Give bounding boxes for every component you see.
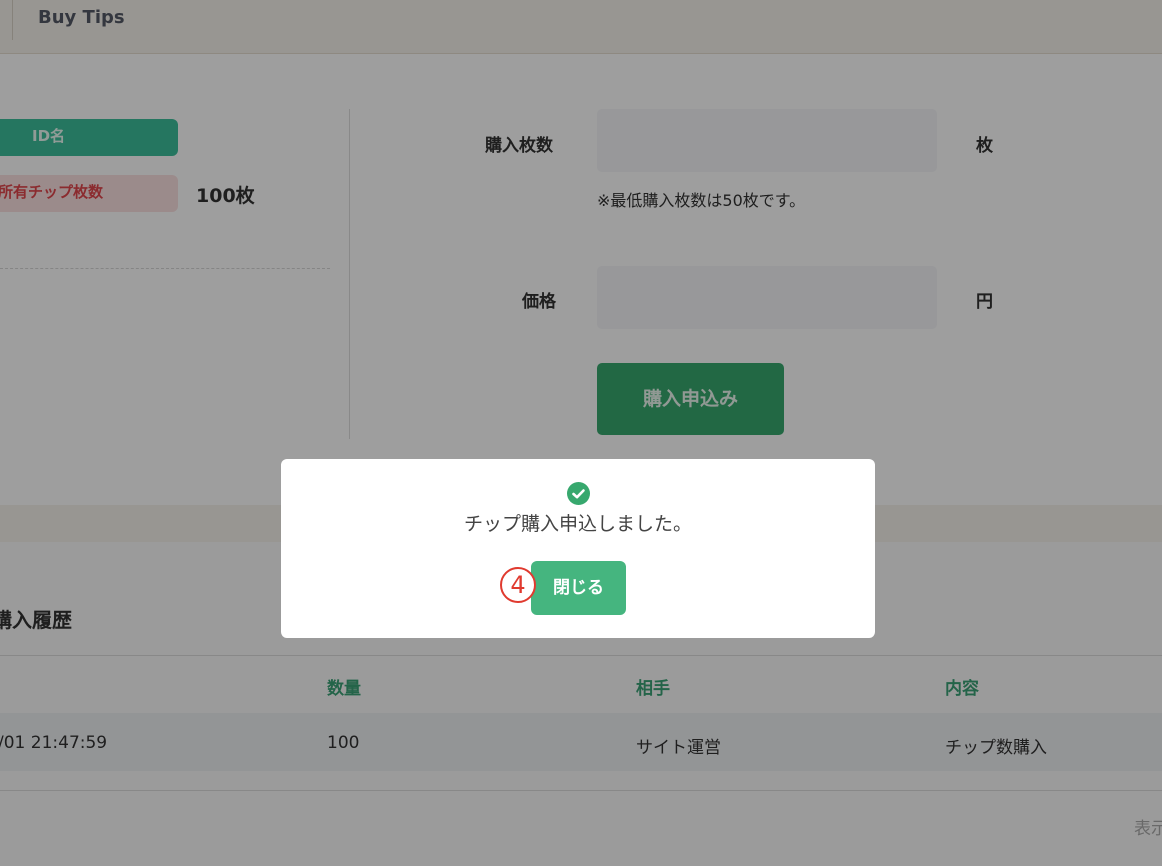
- dialog-message: チップ購入申込しました。: [463, 513, 692, 535]
- close-button[interactable]: 閉じる: [531, 561, 626, 615]
- check-circle-icon: [567, 482, 590, 505]
- modal-overlay[interactable]: [0, 0, 1162, 866]
- step-marker-badge: 4: [500, 567, 536, 603]
- success-dialog: チップ購入申込しました。 閉じる 4: [281, 459, 875, 638]
